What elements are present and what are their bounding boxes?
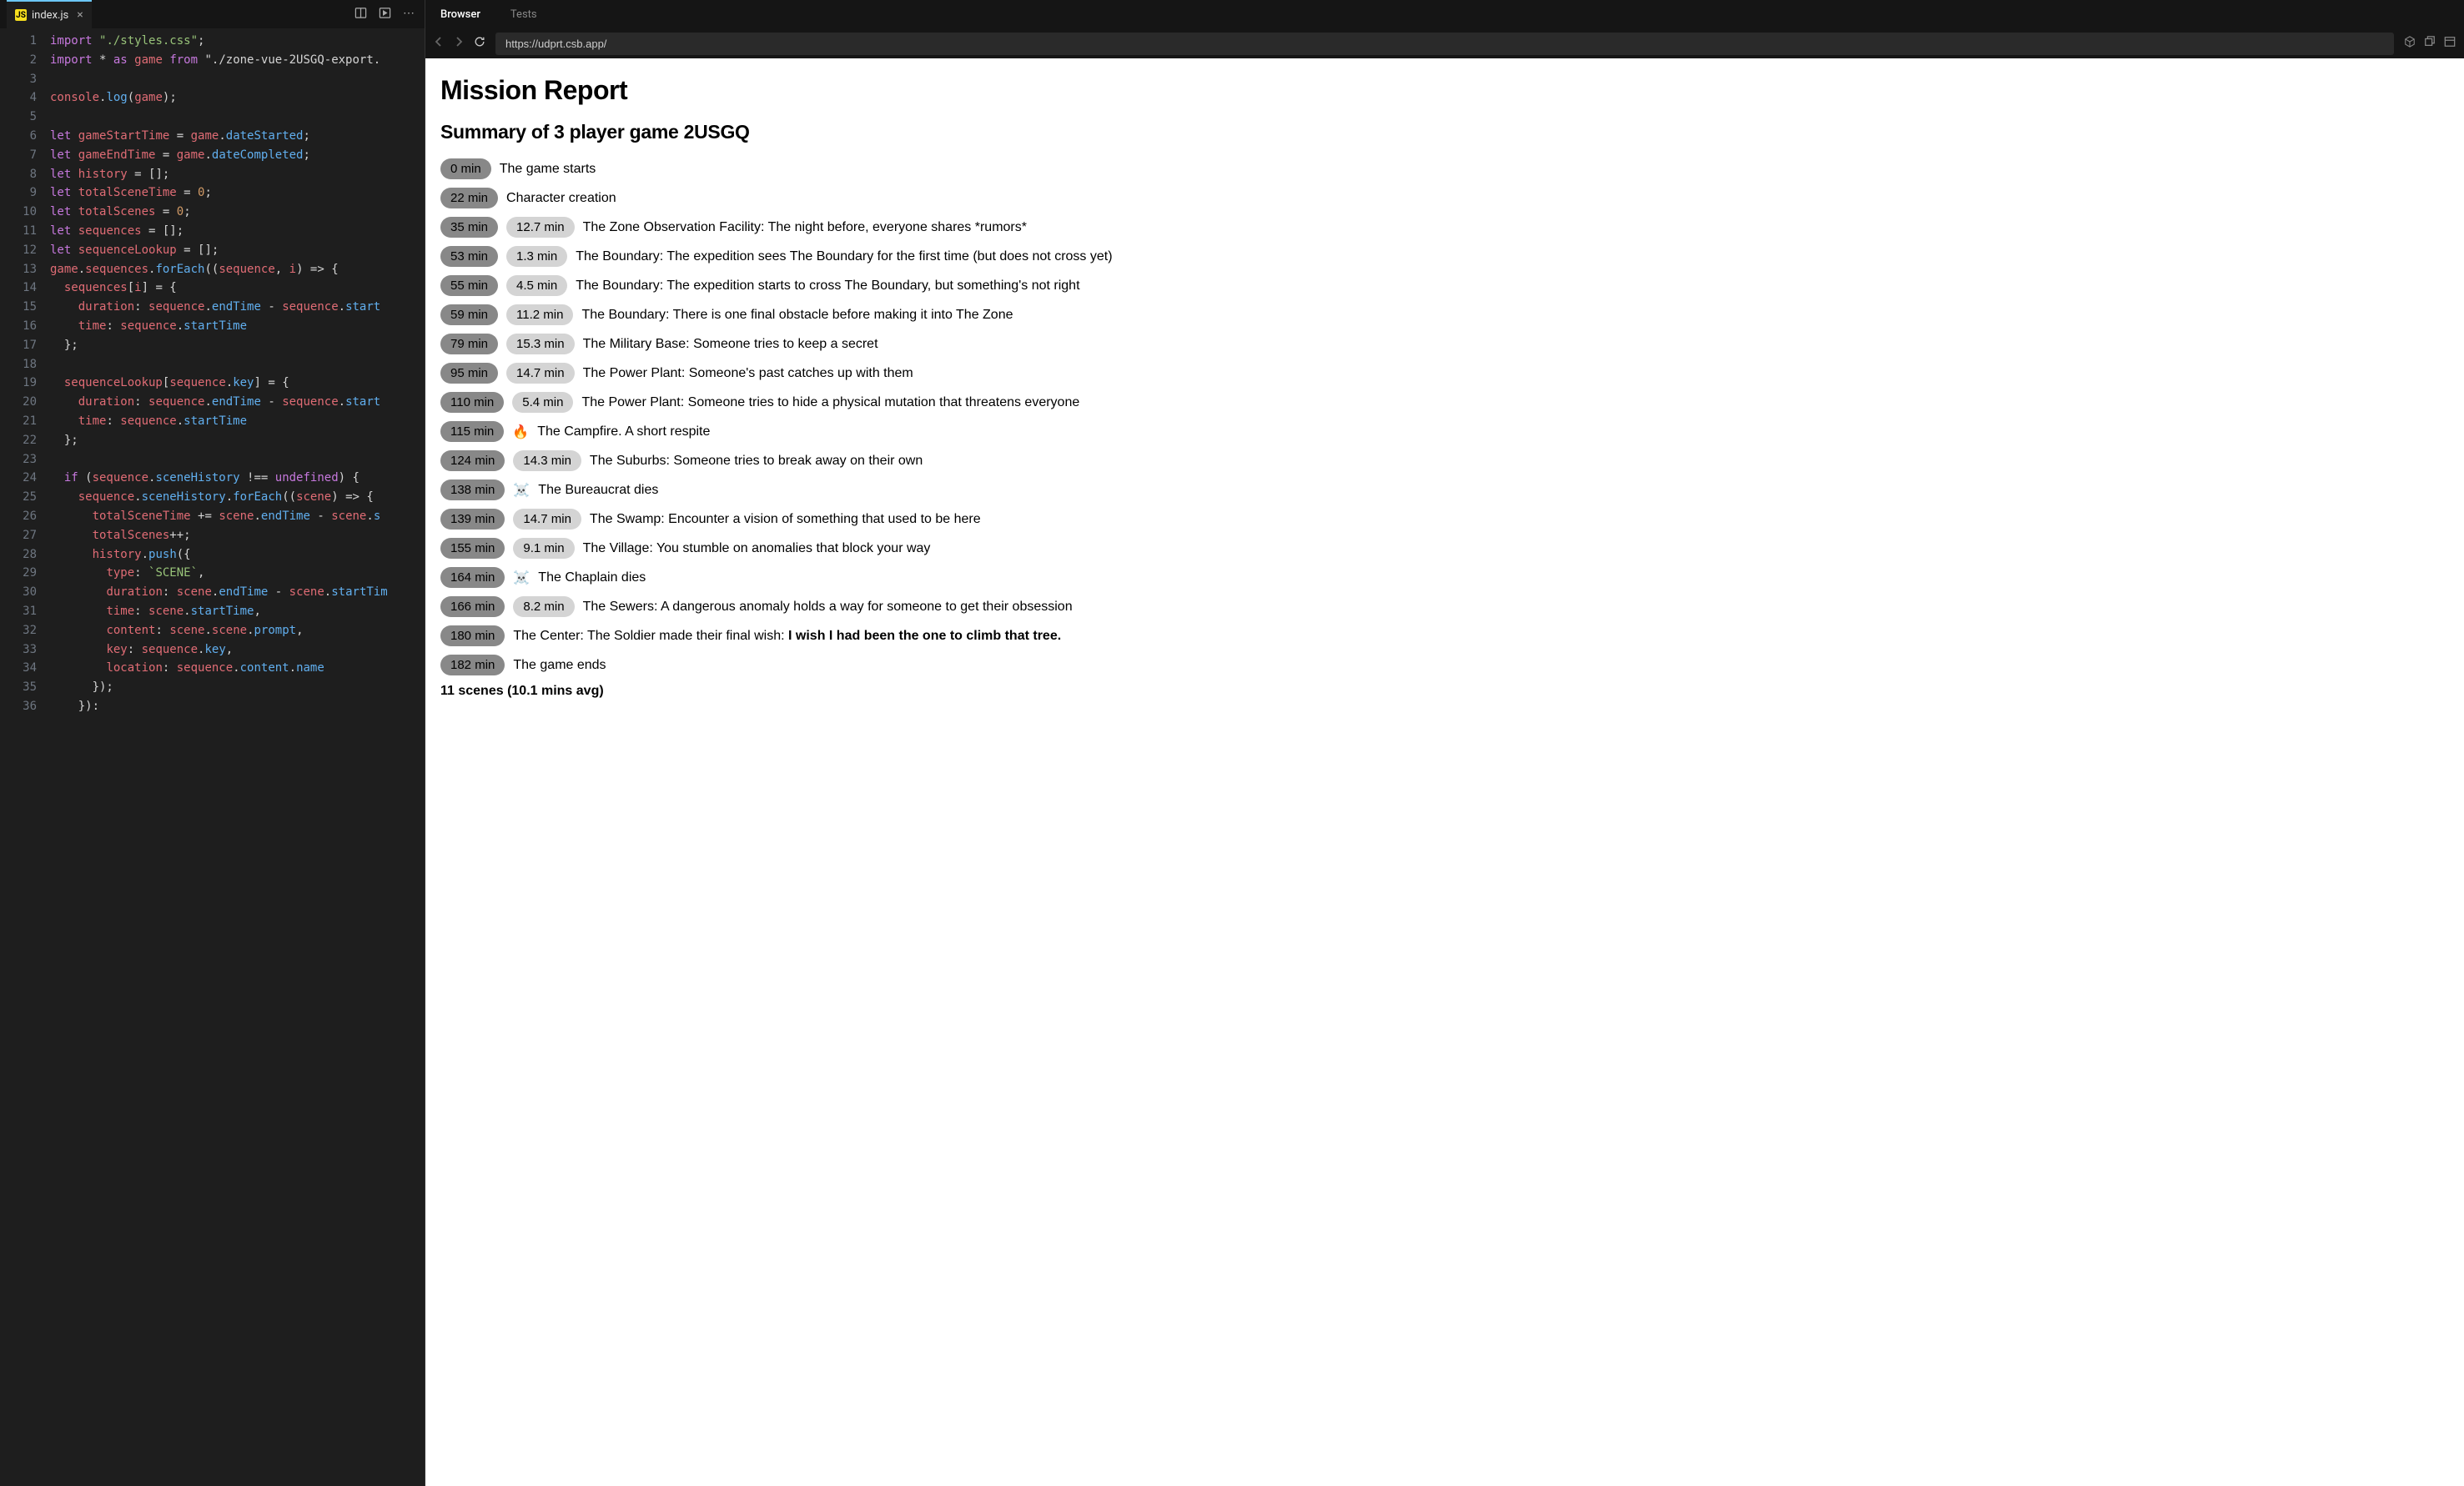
report-subtitle: Summary of 3 player game 2USGQ [440, 121, 2449, 143]
tab-browser[interactable]: Browser [440, 8, 480, 21]
more-icon[interactable]: ⋯ [403, 7, 415, 23]
duration-badge: 14.7 min [513, 509, 581, 530]
duration-badge: 11.2 min [506, 304, 573, 325]
close-tab-icon[interactable]: × [77, 8, 83, 22]
event-row: 22 min Character creation [440, 188, 2449, 208]
duration-badge: 14.7 min [506, 363, 575, 384]
preview-tab-bar: Browser Tests [425, 0, 2464, 28]
time-badge: 182 min [440, 655, 505, 675]
event-row: 124 min 14.3 min The Suburbs: Someone trie… [440, 450, 2449, 471]
tab-tests[interactable]: Tests [510, 8, 537, 21]
event-row: 166 min 8.2 min The Sewers: A dangerous an… [440, 596, 2449, 617]
layout-icon[interactable] [2444, 36, 2456, 51]
event-text: The Village: You stumble on anomalies th… [583, 541, 931, 556]
new-window-icon[interactable] [2424, 36, 2436, 51]
fire-icon: 🔥 [512, 424, 529, 440]
event-text: The Center: The Soldier made their final… [513, 629, 1061, 644]
preview-panel: Browser Tests Mission Report Summary of … [425, 0, 2464, 1486]
event-text: The Bureaucrat dies [538, 483, 658, 498]
time-badge: 124 min [440, 450, 505, 471]
event-text: The game starts [500, 162, 596, 177]
duration-badge: 14.3 min [513, 450, 581, 471]
event-text: The Suburbs: Someone tries to break away… [590, 454, 923, 469]
time-badge: 115 min [440, 421, 504, 442]
editor-tab-bar: JS index.js × ⋯ [0, 0, 425, 28]
event-row: 110 min 5.4 min The Power Plant: Someone t… [440, 392, 2449, 413]
event-row: 182 min The game ends [440, 655, 2449, 675]
duration-badge: 4.5 min [506, 275, 567, 296]
event-row: 180 min The Center: The Soldier made thei… [440, 625, 2449, 646]
time-badge: 59 min [440, 304, 498, 325]
code-editor[interactable]: 1234567891011121314151617181920212223242… [0, 28, 425, 1486]
time-badge: 155 min [440, 538, 505, 559]
time-badge: 110 min [440, 392, 504, 413]
event-row: 59 min 11.2 min The Boundary: There is one… [440, 304, 2449, 325]
skull-icon: ☠️ [513, 482, 530, 499]
reload-icon[interactable] [474, 36, 485, 51]
time-badge: 22 min [440, 188, 498, 208]
event-text: The Power Plant: Someone's past catches … [583, 366, 913, 381]
event-row: 139 min 14.7 min The Swamp: Encounter a vi… [440, 509, 2449, 530]
event-text: The Swamp: Encounter a vision of somethi… [590, 512, 981, 527]
event-text: The Zone Observation Facility: The night… [583, 220, 1027, 235]
event-row: 53 min 1.3 min The Boundary: The expeditio… [440, 246, 2449, 267]
duration-badge: 9.1 min [513, 538, 574, 559]
event-text: The Boundary: The expedition sees The Bo… [576, 249, 1112, 264]
file-tab-index-js[interactable]: JS index.js × [7, 0, 92, 28]
event-row: 79 min 15.3 min The Military Base: Someone… [440, 334, 2449, 354]
event-text: The Military Base: Someone tries to keep… [583, 337, 878, 352]
time-badge: 53 min [440, 246, 498, 267]
time-badge: 180 min [440, 625, 505, 646]
report-title: Mission Report [440, 75, 2449, 106]
event-row: 155 min 9.1 min The Village: You stumble o… [440, 538, 2449, 559]
js-file-icon: JS [15, 9, 27, 21]
time-badge: 95 min [440, 363, 498, 384]
event-row: 35 min 12.7 min The Zone Observation Facil… [440, 217, 2449, 238]
event-row: 55 min 4.5 min The Boundary: The expeditio… [440, 275, 2449, 296]
event-text: The Sewers: A dangerous anomaly holds a … [583, 600, 1073, 615]
event-row: 138 min ☠️ The Bureaucrat dies [440, 479, 2449, 500]
url-bar [425, 28, 2464, 58]
code-content[interactable]: import "./styles.css";import * as game f… [50, 32, 425, 1486]
time-badge: 139 min [440, 509, 505, 530]
event-list: 0 min The game starts22 min Character crea… [440, 158, 2449, 675]
nav-back-icon[interactable] [434, 37, 444, 50]
event-text: The Power Plant: Someone tries to hide a… [581, 395, 1079, 410]
preview-content[interactable]: Mission Report Summary of 3 player game … [425, 58, 2464, 1486]
file-tab-label: index.js [32, 9, 68, 22]
time-badge: 35 min [440, 217, 498, 238]
event-text: The Boundary: The expedition starts to c… [576, 279, 1079, 294]
time-badge: 166 min [440, 596, 505, 617]
event-text: The Boundary: There is one final obstacl… [581, 308, 1013, 323]
event-text: The game ends [513, 658, 606, 673]
split-editor-icon[interactable] [355, 7, 367, 23]
time-badge: 164 min [440, 567, 505, 588]
event-row: 164 min ☠️ The Chaplain dies [440, 567, 2449, 588]
event-row: 0 min The game starts [440, 158, 2449, 179]
time-badge: 138 min [440, 479, 505, 500]
duration-badge: 8.2 min [513, 596, 574, 617]
skull-icon: ☠️ [513, 570, 530, 586]
duration-badge: 12.7 min [506, 217, 575, 238]
line-gutter: 1234567891011121314151617181920212223242… [0, 32, 50, 1486]
time-badge: 55 min [440, 275, 498, 296]
time-badge: 0 min [440, 158, 491, 179]
run-icon[interactable] [379, 7, 391, 23]
codesandbox-icon[interactable] [2404, 36, 2416, 51]
event-text: The Campfire. A short respite [537, 424, 710, 439]
time-badge: 79 min [440, 334, 498, 354]
duration-badge: 15.3 min [506, 334, 575, 354]
duration-badge: 1.3 min [506, 246, 567, 267]
event-row: 115 min 🔥 The Campfire. A short respite [440, 421, 2449, 442]
duration-badge: 5.4 min [512, 392, 573, 413]
event-text: The Chaplain dies [538, 570, 646, 585]
nav-forward-icon[interactable] [454, 37, 464, 50]
summary-line: 11 scenes (10.1 mins avg) [440, 684, 2449, 699]
editor-panel: JS index.js × ⋯ 123456789101112131415161… [0, 0, 425, 1486]
url-input[interactable] [495, 33, 2394, 55]
event-text: Character creation [506, 191, 616, 206]
event-row: 95 min 14.7 min The Power Plant: Someone's… [440, 363, 2449, 384]
